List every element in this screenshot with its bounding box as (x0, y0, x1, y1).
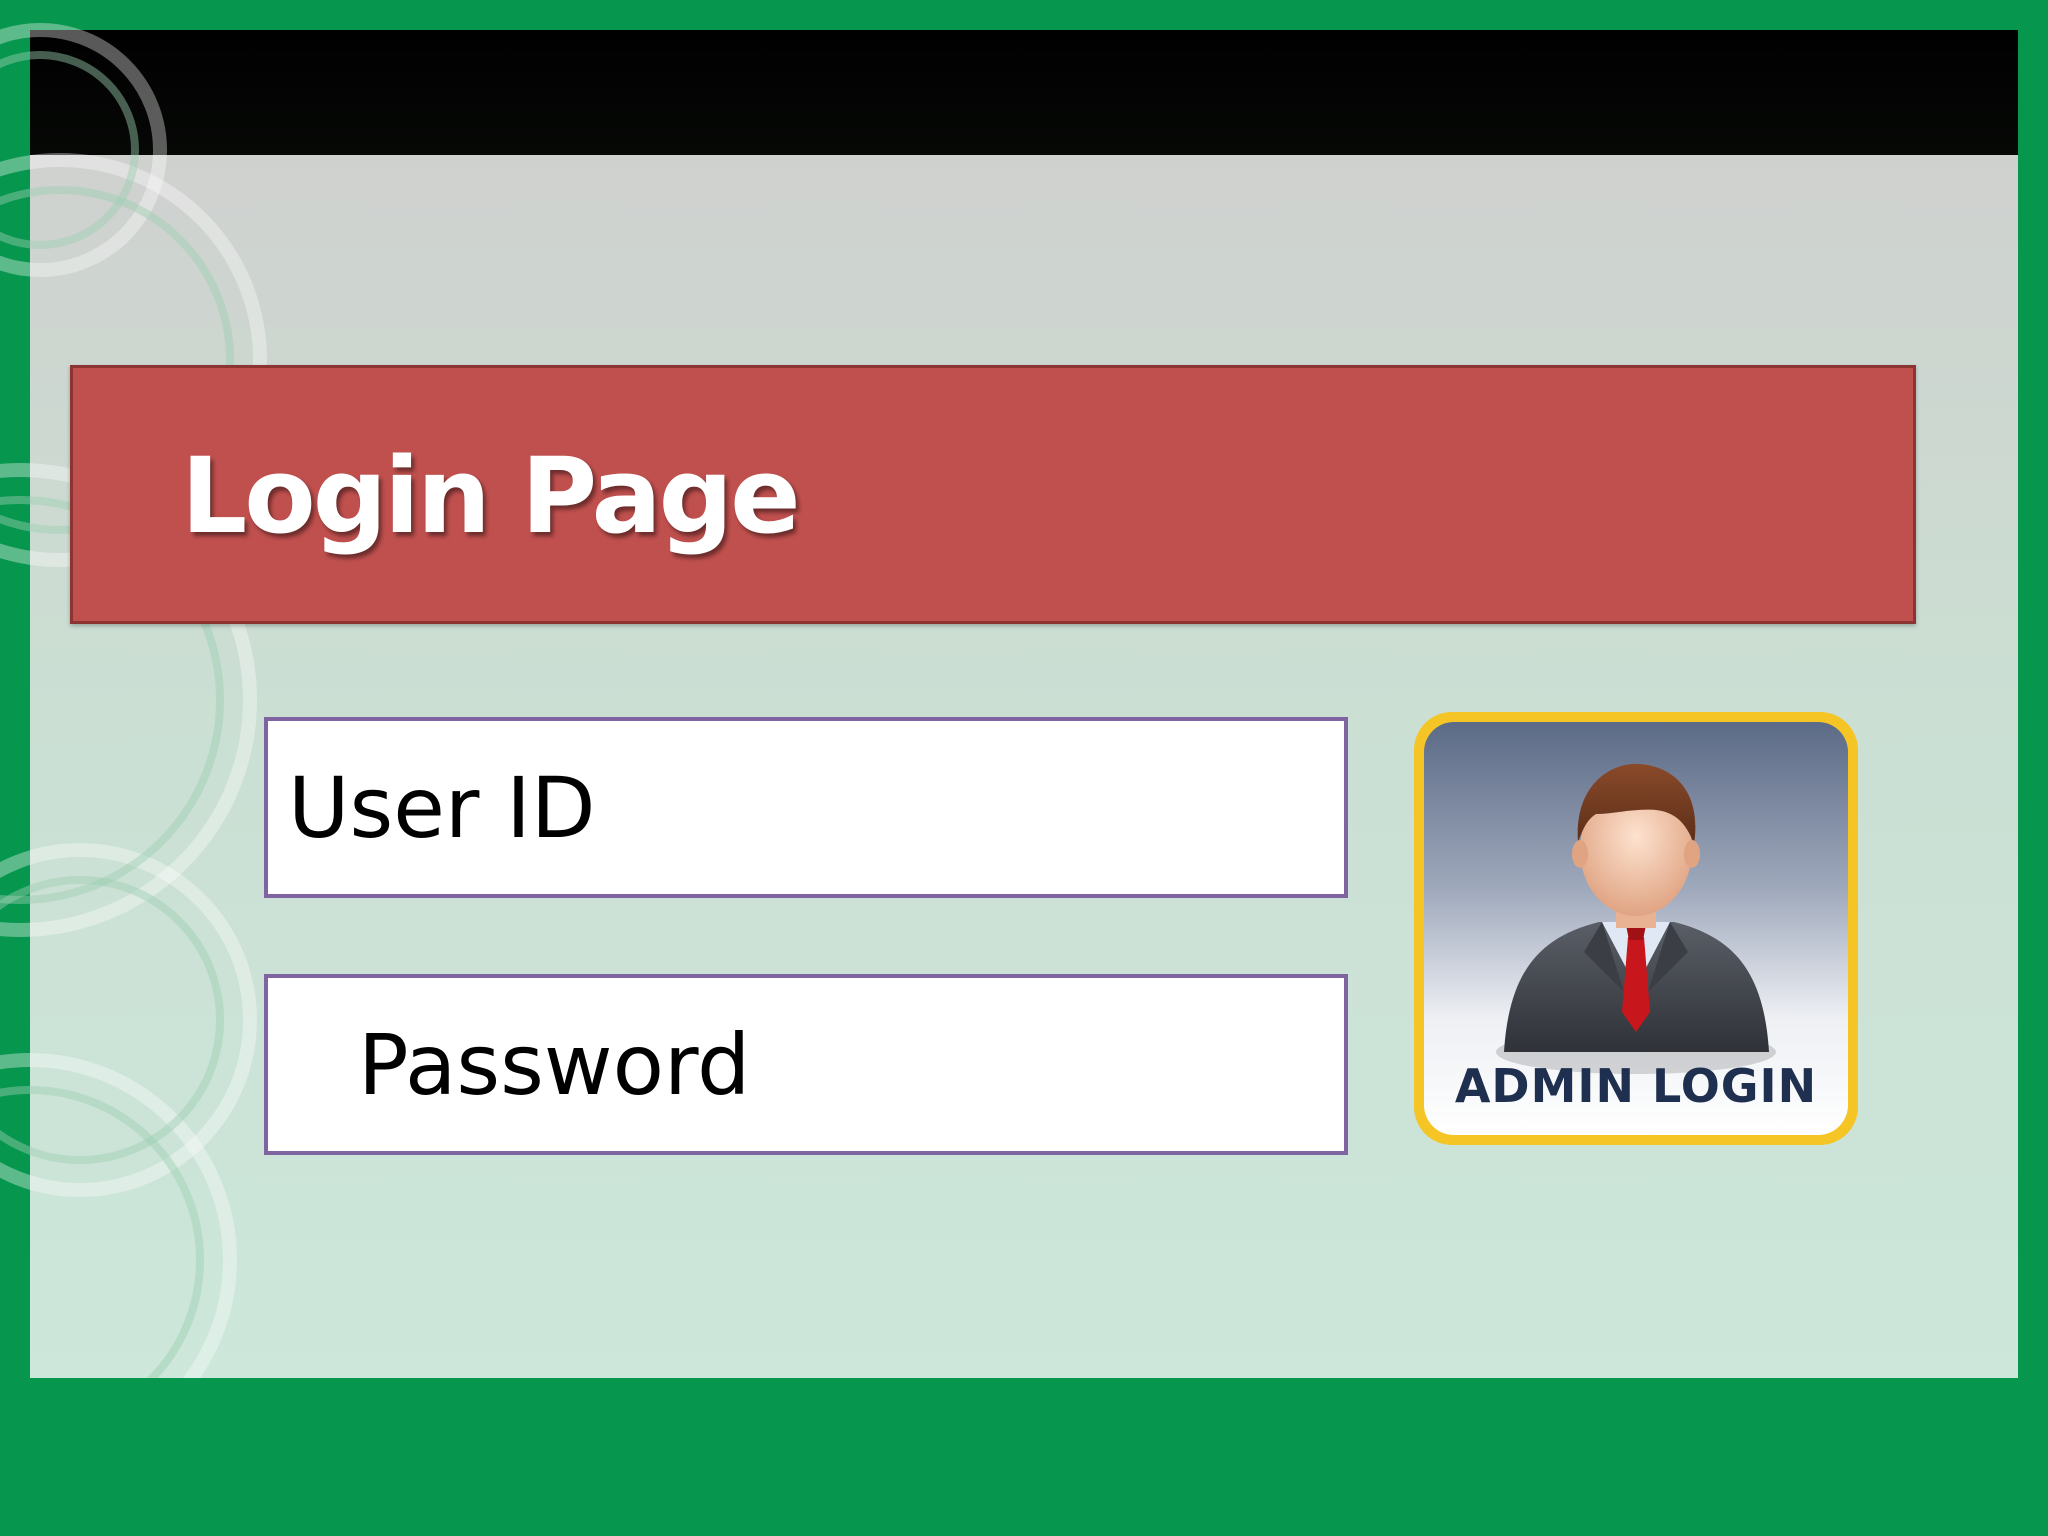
top-bar (30, 30, 2018, 157)
user-id-field[interactable]: User ID (264, 717, 1348, 898)
admin-login-label: ADMIN LOGIN (1454, 1059, 1818, 1113)
admin-login-button[interactable]: ADMIN LOGIN (1414, 712, 1858, 1145)
title-banner: Login Page (70, 365, 1916, 624)
password-field[interactable]: Password (264, 974, 1348, 1155)
slide: Login Page User ID Password ADMIN LOGIN (0, 0, 2048, 1536)
bottom-bar (0, 1378, 2048, 1536)
admin-login-badge-inner: ADMIN LOGIN (1424, 722, 1848, 1135)
page-title: Login Page (181, 435, 801, 557)
